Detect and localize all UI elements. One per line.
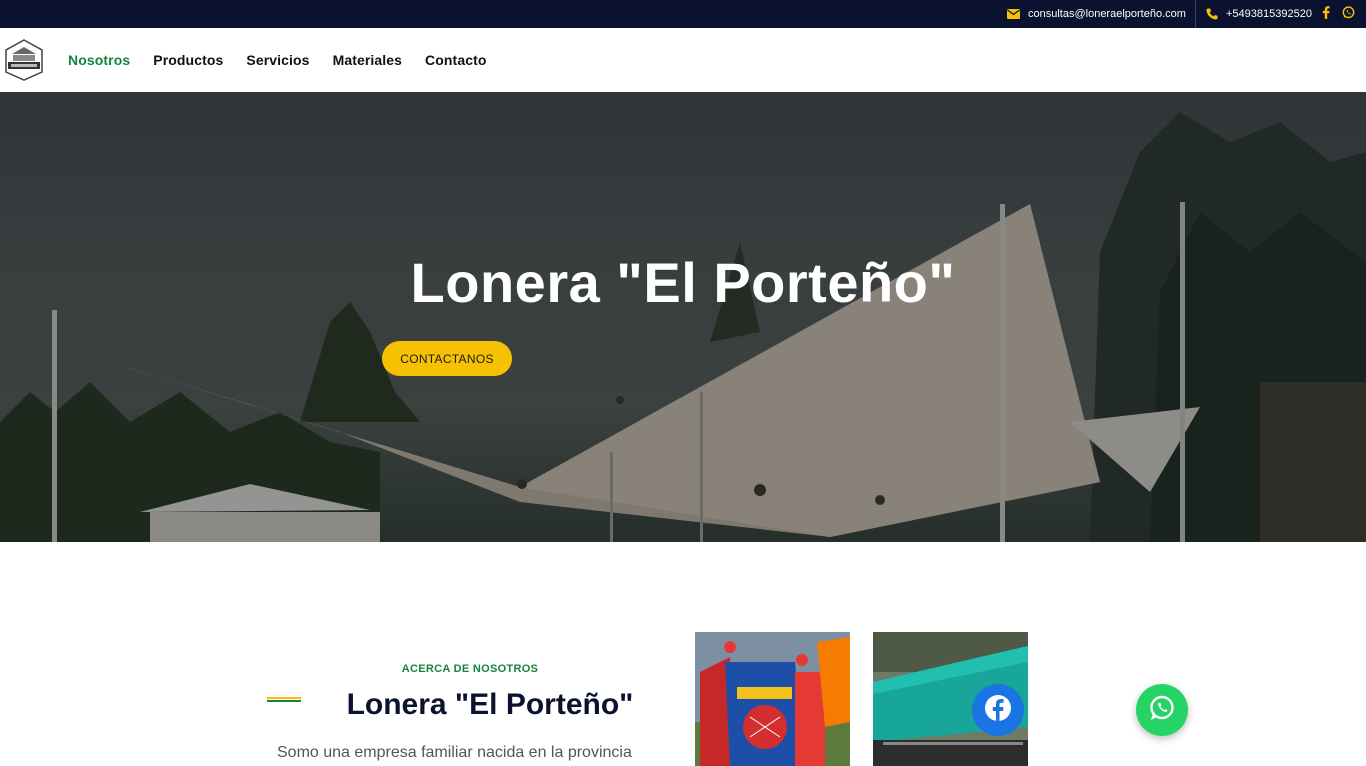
nav-item-nosotros[interactable]: Nosotros bbox=[68, 52, 130, 68]
facebook-float-button[interactable] bbox=[972, 684, 1024, 736]
nav-item-contacto[interactable]: Contacto bbox=[425, 52, 486, 68]
top-bar: consultas@loneraelporteño.com +549381539… bbox=[0, 0, 1366, 28]
contact-cta-button[interactable]: CONTACTANOS bbox=[382, 341, 512, 376]
whatsapp-link[interactable] bbox=[1342, 0, 1355, 28]
topbar-divider bbox=[1195, 0, 1196, 28]
main-navbar: Nosotros Productos Servicios Materiales … bbox=[0, 28, 1366, 93]
whatsapp-icon bbox=[1342, 6, 1355, 22]
about-description: Somo una empresa familiar nacida en la p… bbox=[277, 744, 632, 761]
about-tagline: ACERCA DE NOSOTROS bbox=[401, 663, 539, 675]
nav-menu: Nosotros Productos Servicios Materiales … bbox=[68, 28, 487, 92]
bouncy-castle-photo bbox=[695, 632, 850, 766]
site-logo[interactable] bbox=[2, 38, 46, 82]
facebook-link[interactable] bbox=[1322, 0, 1330, 28]
hero-title: Lonera "El Porteño" bbox=[410, 251, 956, 314]
whatsapp-icon bbox=[1148, 694, 1176, 727]
whatsapp-float-button[interactable] bbox=[1136, 684, 1188, 736]
email-text: consultas@loneraelporteño.com bbox=[1028, 8, 1186, 20]
about-decorative-lines bbox=[267, 697, 301, 703]
envelope-icon bbox=[1007, 9, 1020, 19]
email-link[interactable]: consultas@loneraelporteño.com bbox=[1007, 0, 1186, 28]
hero-banner: Lonera "El Porteño" CONTACTANOS bbox=[0, 92, 1366, 542]
phone-link[interactable]: +5493815392520 bbox=[1206, 0, 1312, 28]
nav-item-productos[interactable]: Productos bbox=[153, 52, 223, 68]
about-title: Lonera "El Porteño" bbox=[346, 688, 634, 721]
facebook-icon bbox=[983, 693, 1013, 728]
facebook-icon bbox=[1322, 6, 1330, 22]
phone-text: +5493815392520 bbox=[1226, 8, 1312, 20]
nav-item-servicios[interactable]: Servicios bbox=[246, 52, 309, 68]
nav-item-materiales[interactable]: Materiales bbox=[333, 52, 402, 68]
hero-overlay bbox=[0, 92, 1366, 542]
phone-icon bbox=[1206, 8, 1218, 20]
